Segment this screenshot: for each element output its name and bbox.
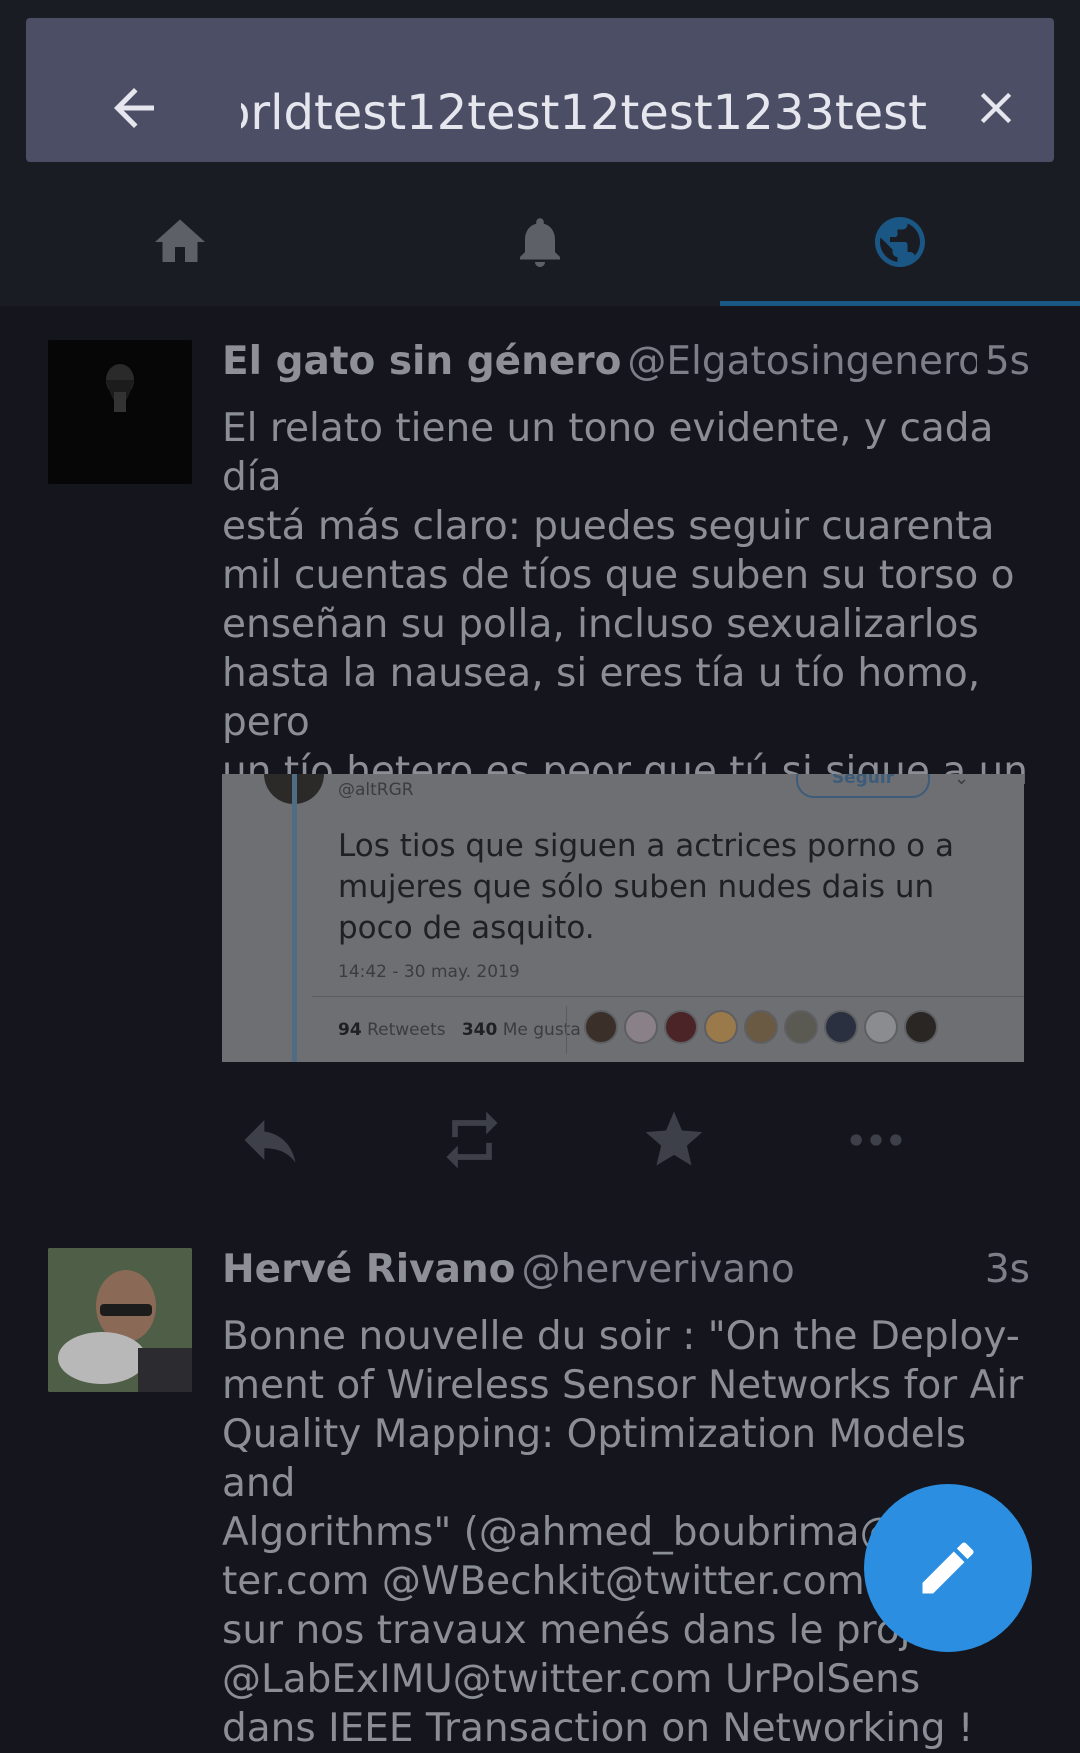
- tab-home[interactable]: [0, 176, 360, 306]
- favourite-button[interactable]: [626, 1092, 722, 1188]
- chevron-down-icon: ⌄: [954, 774, 970, 789]
- star-icon: [645, 1111, 703, 1166]
- boost-button[interactable]: [424, 1092, 520, 1188]
- likes-label: Me gusta: [502, 1020, 581, 1040]
- status-header: Hervé Rivano @herverivano 3s: [222, 1240, 1030, 1300]
- home-icon: [155, 219, 205, 262]
- embedded-follow-button: Seguir: [796, 774, 930, 798]
- retweets-count: 94: [338, 1020, 362, 1040]
- timestamp: 5s: [976, 332, 1030, 392]
- display-name[interactable]: Hervé Rivano: [222, 1247, 515, 1292]
- globe-icon: [875, 217, 925, 267]
- status-header: El gato sin género @Elgatosingenero@… 5s: [222, 332, 1030, 392]
- status-actions: [222, 1092, 1032, 1188]
- account-handle[interactable]: @herverivano: [521, 1247, 794, 1292]
- reply-icon: [244, 1120, 296, 1163]
- tab-notifications[interactable]: [360, 176, 720, 306]
- close-icon[interactable]: [970, 82, 1022, 134]
- thread-line: [292, 774, 297, 1062]
- bell-icon: [520, 218, 560, 267]
- tab-bar: [0, 176, 1080, 306]
- search-bar: #HelloWorldtest12test12test1233test: [26, 18, 1054, 162]
- boost-icon: [446, 1111, 498, 1169]
- top-app-bar: #HelloWorldtest12test12test1233test: [0, 0, 1080, 176]
- divider: [312, 996, 1024, 997]
- likes-count: 340: [461, 1020, 498, 1040]
- embedded-handle: @altRGR: [338, 780, 414, 800]
- avatar[interactable]: [48, 1248, 192, 1392]
- timestamp: 3s: [976, 1240, 1030, 1300]
- pencil-icon: [922, 1542, 974, 1594]
- status-item[interactable]: El gato sin género @Elgatosingenero@… 5s …: [0, 306, 1080, 1206]
- display-name[interactable]: El gato sin género: [222, 339, 621, 384]
- divider: [566, 1006, 567, 1054]
- retweets-label: Retweets: [367, 1020, 446, 1040]
- reply-button[interactable]: [222, 1092, 318, 1188]
- account-handle[interactable]: @Elgatosingenero@…: [627, 339, 1030, 384]
- embedded-text: Los tios que siguen a actrices porno o a…: [338, 828, 955, 946]
- media-attachment[interactable]: @altRGR Seguir ⌄ Los tios que siguen a a…: [222, 774, 1024, 1062]
- more-button[interactable]: [828, 1092, 924, 1188]
- embedded-stats: 94 Retweets 340 Me gusta: [338, 1020, 581, 1040]
- back-arrow-icon[interactable]: [104, 78, 164, 138]
- liker-avatars: [584, 1010, 944, 1046]
- compose-button[interactable]: [864, 1484, 1032, 1652]
- embedded-date: 14:42 - 30 may. 2019: [338, 962, 520, 982]
- avatar[interactable]: [48, 340, 192, 484]
- search-input[interactable]: #HelloWorldtest12test12test1233test: [241, 76, 927, 150]
- more-icon: [850, 1134, 902, 1146]
- tab-federated[interactable]: [720, 176, 1080, 306]
- search-query-text: #HelloWorldtest12test12test1233test: [241, 85, 927, 141]
